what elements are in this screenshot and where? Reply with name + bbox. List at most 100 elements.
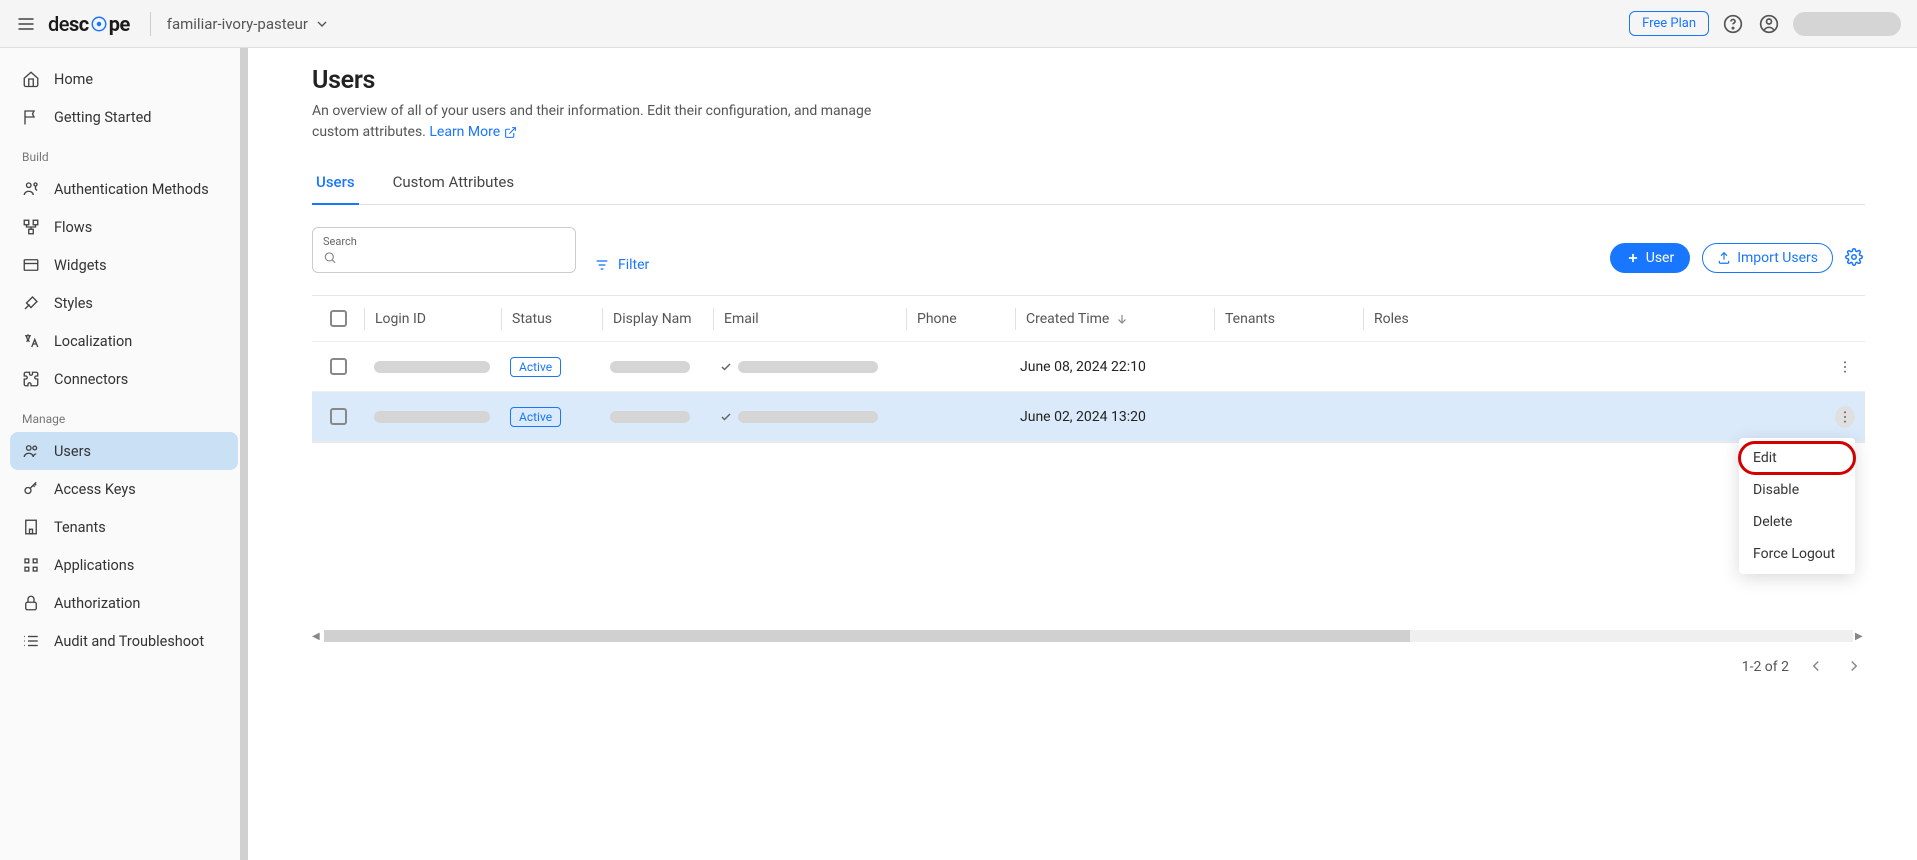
flows-icon bbox=[22, 218, 40, 236]
sidebar-item-localization[interactable]: Localization bbox=[10, 322, 238, 360]
more-vertical-icon bbox=[1837, 409, 1853, 425]
col-display-name[interactable]: Display Nam bbox=[603, 311, 713, 327]
more-vertical-icon bbox=[1837, 359, 1853, 375]
table-row[interactable]: ActiveJune 08, 2024 22:10 bbox=[312, 342, 1865, 392]
user-avatar-pill[interactable] bbox=[1793, 12, 1901, 36]
row-checkbox[interactable] bbox=[330, 358, 347, 375]
sidebar-item-applications[interactable]: Applications bbox=[10, 546, 238, 584]
menu-item-disable[interactable]: Disable bbox=[1739, 474, 1855, 506]
redacted-display-name bbox=[610, 411, 690, 423]
sidebar-item-label: Tenants bbox=[54, 519, 106, 536]
menu-item-delete[interactable]: Delete bbox=[1739, 506, 1855, 538]
sidebar-item-connectors[interactable]: Connectors bbox=[10, 360, 238, 398]
puzzle-icon bbox=[22, 370, 40, 388]
sort-desc-icon bbox=[1115, 312, 1129, 326]
page-title: Users bbox=[312, 66, 1865, 95]
tab-users[interactable]: Users bbox=[312, 161, 359, 205]
menu-item-force-logout[interactable]: Force Logout bbox=[1739, 538, 1855, 570]
sidebar-item-label: Widgets bbox=[54, 257, 107, 274]
app-header: desc pe familiar-ivory-pasteur Free Plan bbox=[0, 0, 1917, 48]
sidebar-item-audit[interactable]: Audit and Troubleshoot bbox=[10, 622, 238, 660]
add-user-button[interactable]: User bbox=[1610, 243, 1690, 273]
redacted-login-id bbox=[374, 411, 490, 423]
learn-more-link[interactable]: Learn More bbox=[429, 122, 517, 143]
sidebar-item-label: Applications bbox=[54, 557, 134, 574]
tabs: Users Custom Attributes bbox=[312, 161, 1865, 205]
menu-icon[interactable] bbox=[16, 14, 36, 34]
sidebar-item-home[interactable]: Home bbox=[10, 60, 238, 98]
row-checkbox[interactable] bbox=[330, 408, 347, 425]
row-actions-button[interactable] bbox=[1835, 356, 1855, 378]
gear-icon bbox=[1845, 248, 1863, 266]
chevron-right-icon bbox=[1845, 657, 1863, 675]
brush-icon bbox=[22, 294, 40, 312]
cell-created-time: June 08, 2024 22:10 bbox=[1010, 359, 1208, 375]
sidebar-item-label: Localization bbox=[54, 333, 132, 350]
users-table: Login IDStatusDisplay NamEmailPhoneCreat… bbox=[312, 295, 1865, 443]
table-horizontal-scrollbar[interactable]: ◀ ▶ bbox=[312, 629, 1865, 643]
widgets-icon bbox=[22, 256, 40, 274]
toolbar: Search Filter User Import Users bbox=[312, 227, 1865, 273]
menu-item-edit[interactable]: Edit bbox=[1739, 442, 1855, 474]
sidebar-item-tenants[interactable]: Tenants bbox=[10, 508, 238, 546]
col-email[interactable]: Email bbox=[714, 311, 906, 327]
users-icon bbox=[22, 442, 40, 460]
logo: desc pe bbox=[48, 12, 130, 36]
apps-icon bbox=[22, 556, 40, 574]
filter-icon bbox=[594, 257, 610, 273]
col-tenants[interactable]: Tenants bbox=[1215, 311, 1363, 327]
free-plan-button[interactable]: Free Plan bbox=[1629, 11, 1709, 36]
sidebar-section-title: Manage bbox=[10, 398, 238, 432]
cell-created-time: June 02, 2024 13:20 bbox=[1010, 409, 1208, 425]
account-icon[interactable] bbox=[1757, 12, 1781, 36]
col-created-time[interactable]: Created Time bbox=[1016, 311, 1214, 327]
col-roles[interactable]: Roles bbox=[1364, 311, 1825, 327]
sidebar-item-flows[interactable]: Flows bbox=[10, 208, 238, 246]
page-description: An overview of all of your users and the… bbox=[312, 101, 912, 143]
col-status[interactable]: Status bbox=[502, 311, 602, 327]
next-page-button[interactable] bbox=[1845, 657, 1865, 677]
upload-icon bbox=[1717, 251, 1731, 265]
sidebar-item-label: Styles bbox=[54, 295, 93, 312]
search-input[interactable] bbox=[343, 250, 565, 266]
row-actions-button[interactable] bbox=[1835, 406, 1855, 428]
sidebar-item-label: Audit and Troubleshoot bbox=[54, 633, 204, 650]
select-all-checkbox[interactable] bbox=[330, 310, 347, 327]
prev-page-button[interactable] bbox=[1807, 657, 1827, 677]
redacted-login-id bbox=[374, 361, 490, 373]
pagination: 1-2 of 2 bbox=[312, 657, 1865, 677]
sidebar-item-label: Authorization bbox=[54, 595, 140, 612]
sidebar-item-authorization[interactable]: Authorization bbox=[10, 584, 238, 622]
scroll-left-arrow[interactable]: ◀ bbox=[312, 631, 322, 642]
sidebar-scrollbar[interactable] bbox=[240, 48, 248, 860]
sidebar-item-label: Home bbox=[54, 71, 93, 88]
sidebar-item-label: Users bbox=[54, 443, 91, 460]
sidebar-item-label: Authentication Methods bbox=[54, 181, 209, 198]
main-content: Users An overview of all of your users a… bbox=[248, 48, 1917, 860]
pagination-label: 1-2 of 2 bbox=[1742, 659, 1789, 675]
col-phone[interactable]: Phone bbox=[907, 311, 1015, 327]
scroll-right-arrow[interactable]: ▶ bbox=[1855, 631, 1865, 642]
project-selector[interactable]: familiar-ivory-pasteur bbox=[167, 15, 330, 33]
help-icon[interactable] bbox=[1721, 12, 1745, 36]
table-row[interactable]: ActiveJune 02, 2024 13:20EditDisableDele… bbox=[312, 392, 1865, 442]
checkmark-icon bbox=[720, 411, 732, 423]
import-users-button[interactable]: Import Users bbox=[1702, 243, 1833, 273]
sidebar-item-label: Getting Started bbox=[54, 109, 151, 126]
col-login-id[interactable]: Login ID bbox=[365, 311, 501, 327]
sidebar-item-widgets[interactable]: Widgets bbox=[10, 246, 238, 284]
tab-custom-attributes[interactable]: Custom Attributes bbox=[389, 161, 518, 205]
filter-button[interactable]: Filter bbox=[594, 257, 649, 273]
key-user-icon bbox=[22, 180, 40, 198]
project-name: familiar-ivory-pasteur bbox=[167, 15, 308, 33]
status-badge: Active bbox=[510, 407, 561, 427]
sidebar-item-users[interactable]: Users bbox=[10, 432, 238, 470]
building-icon bbox=[22, 518, 40, 536]
sidebar-item-access-keys[interactable]: Access Keys bbox=[10, 470, 238, 508]
lock-icon bbox=[22, 594, 40, 612]
settings-button[interactable] bbox=[1845, 248, 1865, 268]
sidebar-item-styles[interactable]: Styles bbox=[10, 284, 238, 322]
redacted-email bbox=[738, 361, 878, 373]
sidebar-item-getting-started[interactable]: Getting Started bbox=[10, 98, 238, 136]
sidebar-item-auth-methods[interactable]: Authentication Methods bbox=[10, 170, 238, 208]
